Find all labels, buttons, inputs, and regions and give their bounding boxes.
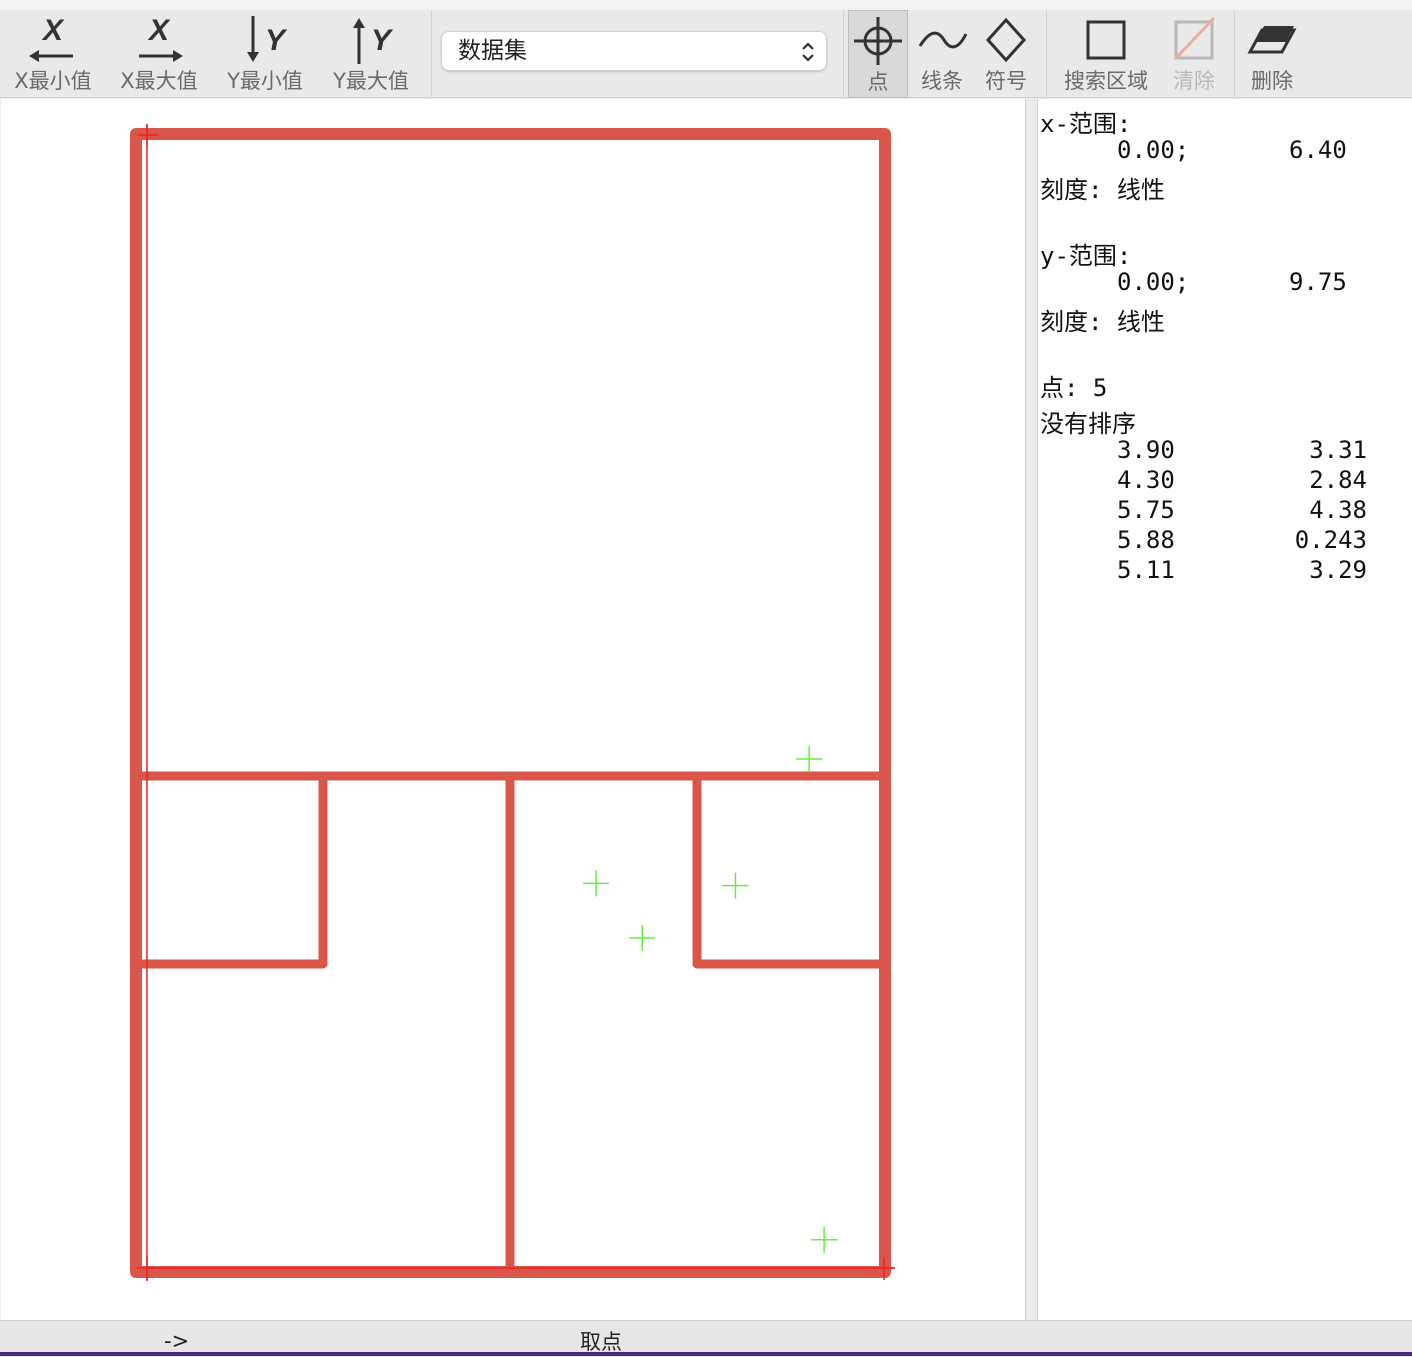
search-region-label: 搜索区域 [1064, 69, 1148, 93]
point-y: 4.38 [1309, 496, 1367, 524]
point-y: 3.29 [1309, 556, 1367, 584]
line-mode-label: 线条 [921, 69, 963, 93]
toolbar-divider [1046, 10, 1047, 98]
x-scale-label: 刻度: 线性 [1040, 176, 1165, 204]
wave-line-icon [918, 31, 968, 49]
symbol-mode-button[interactable]: 符号 [976, 10, 1036, 98]
x-max-button[interactable]: X X最大值 [110, 10, 208, 98]
y-min-label: Y最小值 [227, 69, 303, 93]
y-max-label: Y最大值 [333, 69, 409, 93]
toolbar-divider [843, 10, 844, 98]
delete-label: 删除 [1251, 69, 1293, 93]
y-scale-label: 刻度: 线性 [1040, 308, 1165, 336]
x-max-icon: X [139, 14, 183, 62]
right-room-wall [692, 771, 890, 969]
search-region-button[interactable]: 搜索区域 [1056, 10, 1156, 98]
x-max-label: X最大值 [120, 69, 198, 93]
dataset-select-value: 数据集 [458, 38, 527, 64]
line-mode-button[interactable]: 线条 [912, 10, 972, 98]
eraser-icon [1247, 26, 1297, 54]
floor-plan-image [130, 124, 895, 1281]
clear-button[interactable]: 清除 [1162, 10, 1226, 98]
y-range-label: y-范围: [1040, 242, 1132, 270]
y-min-button[interactable]: Y Y最小值 [216, 10, 314, 98]
points-count: 点: 5 [1040, 374, 1108, 402]
dataset-select[interactable]: 数据集 [441, 31, 827, 71]
y-min-icon: Y [247, 16, 288, 62]
x-range-max: 6.40 [1289, 136, 1347, 164]
svg-text:X: X [41, 14, 65, 47]
point-marker[interactable] [811, 1226, 838, 1253]
crosshair-icon [854, 17, 902, 65]
square-region-icon [1086, 20, 1126, 60]
point-mode-label: 点 [867, 70, 889, 94]
svg-text:Y: Y [265, 24, 288, 57]
floor-plan-walls [130, 128, 891, 1278]
y-range-min: 0.00; [1117, 268, 1190, 296]
point-marker[interactable] [583, 870, 610, 897]
up-down-chevron-icon [802, 42, 814, 62]
toolbar-divider [431, 10, 432, 98]
point-x: 5.88 [1117, 526, 1175, 554]
x-min-label: X最小值 [14, 69, 92, 93]
window-bottom-edge [0, 1352, 1412, 1356]
point-y: 3.31 [1309, 436, 1367, 464]
toolbar-divider [1234, 10, 1235, 98]
point-x: 5.11 [1117, 556, 1175, 584]
svg-text:X: X [147, 14, 171, 47]
point-mode-button[interactable]: 点 [848, 10, 908, 98]
point-marker[interactable] [722, 872, 749, 899]
x-range-min: 0.00; [1117, 136, 1190, 164]
symbol-mode-label: 符号 [985, 69, 1027, 93]
sort-status: 没有排序 [1040, 410, 1136, 438]
point-marker[interactable] [796, 746, 823, 773]
axis-markers [137, 124, 895, 1281]
point-y: 2.84 [1309, 466, 1367, 494]
diamond-icon [985, 17, 1027, 63]
left-room-wall [131, 771, 328, 969]
point-x: 5.75 [1117, 496, 1175, 524]
plot-canvas[interactable] [1, 99, 1026, 1320]
delete-button[interactable]: 删除 [1240, 10, 1304, 98]
x-min-icon: X [29, 14, 73, 62]
info-panel: x-范围: 0.00; 6.40 刻度: 线性 y-范围: 0.00; 9.75… [1037, 99, 1412, 1320]
x-min-button[interactable]: X X最小值 [4, 10, 102, 98]
y-max-button[interactable]: Y Y最大值 [322, 10, 420, 98]
y-range-max: 9.75 [1289, 268, 1347, 296]
x-range-label: x-范围: [1040, 110, 1132, 138]
svg-text:Y: Y [371, 24, 394, 57]
point-y: 0.243 [1294, 526, 1367, 554]
toolbar: X X最小值 X X最大值 Y Y最小值 Y Y最大值 数据集 点 线条 符号 … [0, 0, 1412, 98]
y-max-icon: Y [353, 18, 394, 64]
point-marker[interactable] [629, 924, 656, 951]
point-x: 3.90 [1117, 436, 1175, 464]
clear-region-icon [1174, 16, 1216, 60]
data-point-markers [583, 746, 838, 1253]
clear-label: 清除 [1173, 69, 1215, 93]
point-x: 4.30 [1117, 466, 1175, 494]
status-arrow: -> [164, 1329, 190, 1353]
